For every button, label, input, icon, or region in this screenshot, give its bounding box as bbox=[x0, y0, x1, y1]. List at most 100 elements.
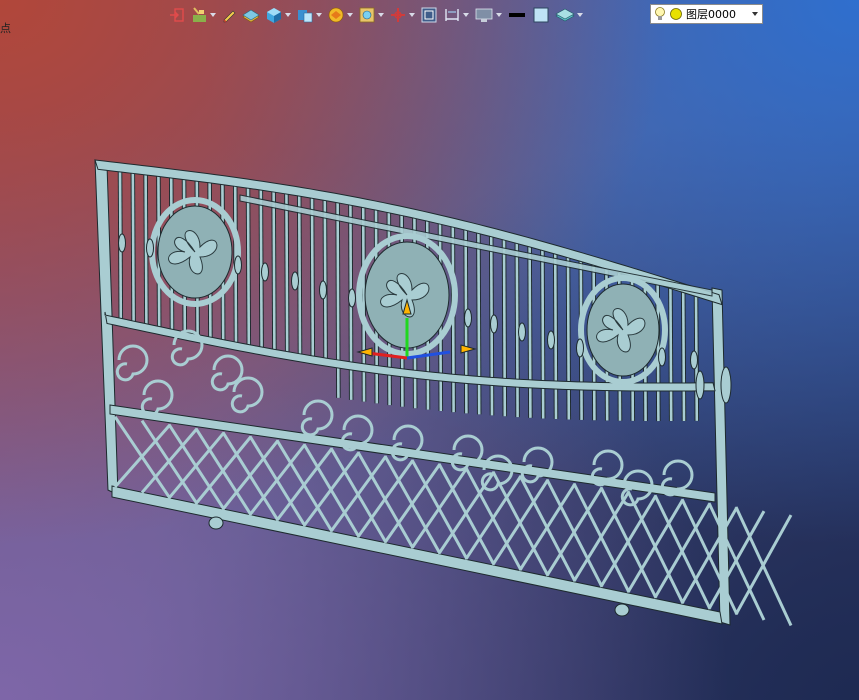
gate-left-post bbox=[94, 159, 119, 496]
baluster-ornament bbox=[146, 238, 154, 258]
gate-model[interactable] bbox=[0, 0, 859, 700]
lattice-bar bbox=[221, 439, 280, 511]
line-color-button[interactable] bbox=[506, 4, 528, 26]
gate-picket-highlight bbox=[566, 252, 571, 420]
lattice-bar bbox=[518, 482, 577, 571]
baluster-ornament bbox=[464, 308, 472, 328]
lattice-bar bbox=[302, 451, 361, 527]
corner-label: 点 bbox=[0, 22, 11, 35]
light-bulb-icon bbox=[655, 7, 665, 20]
gate-picket-highlight bbox=[259, 185, 263, 348]
baluster-ornament bbox=[261, 262, 269, 282]
gate-picket-highlight bbox=[541, 245, 545, 419]
lattice-bar bbox=[599, 494, 658, 588]
chevron-down-icon bbox=[409, 13, 415, 17]
gate-picket-highlight bbox=[272, 186, 276, 351]
layer-name: 图层0000 bbox=[686, 8, 736, 21]
chevron-down-icon bbox=[285, 13, 291, 17]
gate-picket-highlight bbox=[553, 249, 558, 420]
3d-viewport[interactable] bbox=[0, 0, 859, 700]
snap-button[interactable] bbox=[357, 4, 385, 26]
lattice-bar bbox=[734, 514, 793, 616]
lattice-bar bbox=[383, 463, 442, 544]
zoom-window-icon bbox=[421, 7, 437, 23]
material-button[interactable] bbox=[554, 4, 584, 26]
layer-status-icon bbox=[670, 8, 682, 20]
zoom-window-button[interactable] bbox=[419, 4, 439, 26]
layer-dropdown[interactable]: 图层0000 bbox=[650, 4, 763, 24]
chevron-down-icon bbox=[210, 13, 216, 17]
toolbar bbox=[168, 3, 584, 27]
lattice-bar bbox=[491, 478, 550, 566]
fill-color-swatch bbox=[533, 7, 549, 23]
line-color-swatch bbox=[509, 13, 525, 17]
lattice-bar bbox=[194, 435, 253, 505]
chevron-down-icon bbox=[463, 13, 469, 17]
gate-bottom-rail bbox=[111, 485, 723, 625]
exit-button[interactable] bbox=[168, 4, 186, 26]
gate-picket-highlight bbox=[477, 228, 481, 415]
baluster-ornament bbox=[518, 322, 526, 342]
lattice-bar bbox=[545, 486, 604, 577]
gate-picket-highlight bbox=[502, 235, 507, 417]
chevron-down-icon bbox=[316, 13, 322, 17]
dimension-icon bbox=[445, 9, 459, 21]
hinge bbox=[720, 366, 732, 404]
baluster-ornament bbox=[234, 255, 242, 275]
exit-icon bbox=[170, 8, 184, 22]
lattice-bar bbox=[572, 490, 631, 582]
draw-tool-icon bbox=[193, 7, 206, 22]
lattice-bar bbox=[626, 498, 685, 593]
lattice-bar bbox=[113, 423, 172, 489]
plane-button[interactable] bbox=[241, 4, 261, 26]
draw-tool-button[interactable] bbox=[189, 4, 217, 26]
gate-picket-highlight bbox=[681, 287, 686, 422]
scroll-ornament bbox=[115, 344, 149, 382]
view-cube-icon bbox=[298, 10, 313, 23]
baluster-ornament bbox=[490, 314, 498, 334]
gate-picket-highlight bbox=[297, 191, 302, 355]
chevron-down-icon bbox=[347, 13, 353, 17]
lattice-bar bbox=[653, 502, 712, 599]
chevron-down-icon[interactable] bbox=[748, 5, 762, 23]
baluster-ornament bbox=[658, 347, 666, 367]
snap-icon bbox=[359, 7, 375, 23]
solid-box-button[interactable] bbox=[264, 4, 292, 26]
chevron-down-icon bbox=[577, 13, 583, 17]
lattice-bar bbox=[329, 455, 388, 533]
coordinate-icon bbox=[391, 8, 405, 22]
gate-picket-highlight bbox=[131, 168, 135, 322]
gate-picket-highlight bbox=[669, 283, 673, 422]
coordinate-button[interactable] bbox=[388, 4, 416, 26]
baluster-ornament bbox=[118, 233, 126, 253]
lattice-bar bbox=[356, 459, 415, 538]
lattice-bar bbox=[437, 471, 496, 555]
scroll-ornament bbox=[230, 376, 264, 414]
baluster-ornament bbox=[547, 330, 555, 350]
dimension-button[interactable] bbox=[442, 4, 470, 26]
pen-button[interactable] bbox=[220, 4, 238, 26]
baluster-ornament bbox=[690, 350, 698, 370]
gate-picket-highlight bbox=[323, 195, 327, 359]
view-cube-button[interactable] bbox=[295, 4, 323, 26]
fill-color-button[interactable] bbox=[531, 4, 551, 26]
display-icon bbox=[475, 8, 493, 22]
solid-box-icon bbox=[267, 8, 281, 23]
lattice-bar bbox=[410, 467, 469, 549]
gate-picket-highlight bbox=[285, 189, 289, 353]
lattice-bar bbox=[275, 447, 334, 522]
gate-wheel bbox=[208, 516, 224, 530]
chevron-down-icon bbox=[496, 13, 502, 17]
baluster-ornament bbox=[348, 288, 356, 308]
scroll-ornament bbox=[140, 379, 174, 417]
chevron-down-icon bbox=[378, 13, 384, 17]
gate-picket-highlight bbox=[528, 241, 532, 418]
section-button[interactable] bbox=[326, 4, 354, 26]
plane-icon bbox=[242, 9, 260, 23]
pen-icon bbox=[223, 10, 236, 23]
scroll-ornament bbox=[300, 399, 334, 437]
lattice-bar bbox=[248, 443, 307, 516]
display-button[interactable] bbox=[473, 4, 503, 26]
hinge bbox=[695, 370, 705, 400]
gate-wheel bbox=[614, 603, 630, 617]
